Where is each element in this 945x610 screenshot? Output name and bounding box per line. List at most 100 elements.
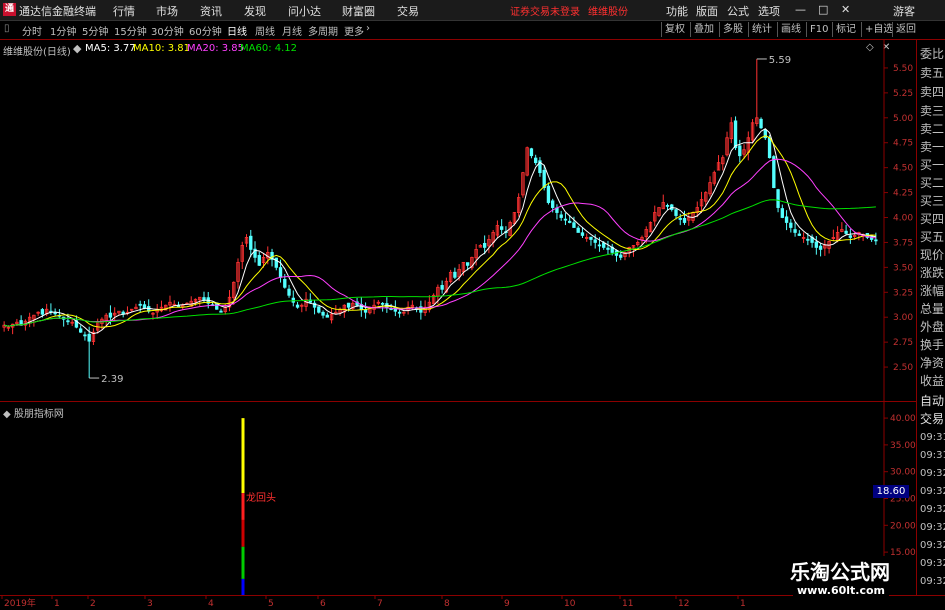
side-outer: 外盘 bbox=[920, 320, 945, 334]
y-tick-label: 4.00 bbox=[893, 214, 913, 224]
candle-body bbox=[767, 137, 772, 159]
maximize-button[interactable]: □ bbox=[818, 3, 828, 16]
candle-body bbox=[597, 244, 602, 247]
side-sell2: 卖二 bbox=[920, 122, 945, 136]
candle-body bbox=[789, 222, 793, 228]
side-trade[interactable]: 交易 bbox=[920, 410, 944, 427]
candle-body bbox=[776, 189, 780, 208]
period-60min[interactable]: 60分钟 bbox=[189, 23, 222, 38]
menu-function[interactable]: 功能 bbox=[666, 3, 688, 19]
side-weibi: 委比 bbox=[920, 47, 945, 61]
candle-body bbox=[580, 232, 585, 236]
candle-body bbox=[249, 235, 253, 250]
tool-draw[interactable]: 画线 bbox=[777, 22, 804, 37]
extreme-marker-label: 5.59 bbox=[769, 55, 791, 66]
y-tick-label: 3.50 bbox=[893, 263, 913, 273]
y-tick-label: 2.50 bbox=[893, 363, 913, 373]
indicator-chart[interactable]: 15.0020.0025.0030.0035.0040.00龙回头 bbox=[0, 402, 916, 595]
candle-body bbox=[814, 241, 819, 248]
menu-trade[interactable]: 交易 bbox=[397, 3, 419, 19]
tool-adjust[interactable]: 复权 bbox=[661, 22, 688, 37]
close-button[interactable]: ✕ bbox=[841, 3, 850, 16]
menu-ask[interactable]: 问小达 bbox=[288, 3, 321, 19]
y-tick-label: 5.00 bbox=[893, 114, 913, 124]
app-logo-icon: 通 bbox=[3, 3, 16, 16]
x-tick-label: 6 bbox=[320, 599, 326, 609]
guest-button[interactable]: 游客 bbox=[893, 3, 915, 19]
tool-multi-stock[interactable]: 多股 bbox=[719, 22, 746, 37]
period-monthly[interactable]: 月线 bbox=[282, 23, 302, 38]
price-badge: 18.60 bbox=[873, 485, 909, 498]
candle-body bbox=[759, 118, 763, 129]
x-tick-label: 2 bbox=[90, 599, 96, 609]
candle-body bbox=[87, 333, 91, 342]
login-warning[interactable]: 证券交易未登录 bbox=[510, 3, 580, 18]
x-tick-label: 1 bbox=[54, 599, 60, 609]
candle-body bbox=[257, 255, 261, 266]
candle-body bbox=[346, 302, 351, 308]
minimize-button[interactable]: — bbox=[795, 3, 806, 16]
candle-body bbox=[665, 205, 670, 207]
candle-body bbox=[138, 303, 142, 306]
candle-body bbox=[606, 247, 610, 250]
x-tick-label: 2019年 bbox=[4, 597, 36, 609]
sub-y-tick-label: 40.00 bbox=[890, 414, 916, 424]
period-intraday[interactable]: 分时 bbox=[22, 23, 42, 38]
candle-body bbox=[66, 320, 70, 323]
candle-body bbox=[563, 218, 568, 221]
tool-f10[interactable]: F10 bbox=[806, 22, 831, 37]
menu-market[interactable]: 市场 bbox=[156, 3, 178, 19]
side-buy3: 买三 bbox=[920, 194, 945, 208]
candle-body bbox=[317, 306, 321, 313]
candle-body bbox=[397, 311, 402, 314]
app-title: 通达信金融终端 bbox=[19, 5, 96, 18]
tool-overlay[interactable]: 叠加 bbox=[690, 22, 717, 37]
period-multi[interactable]: 多周期 bbox=[308, 23, 338, 38]
candle-body bbox=[380, 302, 385, 305]
candle-body bbox=[793, 229, 797, 233]
menu-layout[interactable]: 版面 bbox=[696, 3, 718, 19]
x-tick-label: 9 bbox=[504, 599, 510, 609]
side-buy2: 买二 bbox=[920, 176, 945, 190]
menu-news[interactable]: 资讯 bbox=[200, 3, 222, 19]
candle-body bbox=[529, 148, 534, 157]
side-change: 涨跌 bbox=[920, 266, 945, 280]
period-toolbar: ▯ 分时 1分钟 5分钟 15分钟 30分钟 60分钟 日线 周线 月线 多周期… bbox=[0, 21, 945, 40]
side-auto[interactable]: 自动 bbox=[920, 392, 944, 409]
candle-body bbox=[674, 209, 678, 216]
menu-discover[interactable]: 发现 bbox=[244, 3, 266, 19]
period-1min[interactable]: 1分钟 bbox=[50, 23, 76, 38]
candle-body bbox=[108, 312, 113, 318]
side-sell3: 卖三 bbox=[920, 104, 945, 118]
candle-body bbox=[78, 328, 83, 333]
chevron-right-icon[interactable]: › bbox=[366, 23, 370, 34]
tool-mark[interactable]: 标记 bbox=[832, 22, 859, 37]
menu-quotes[interactable]: 行情 bbox=[113, 3, 135, 19]
y-tick-label: 4.75 bbox=[893, 139, 913, 149]
period-15min[interactable]: 15分钟 bbox=[114, 23, 147, 38]
period-daily[interactable]: 日线 bbox=[227, 23, 247, 38]
side-volume: 总量 bbox=[920, 302, 945, 316]
candle-body bbox=[83, 334, 87, 337]
menu-formula[interactable]: 公式 bbox=[727, 3, 749, 19]
period-30min[interactable]: 30分钟 bbox=[151, 23, 184, 38]
menu-wealth[interactable]: 财富圈 bbox=[342, 3, 375, 19]
side-time: 09:32 bbox=[920, 540, 945, 551]
candle-body bbox=[219, 310, 223, 313]
tool-stats[interactable]: 统计 bbox=[748, 22, 775, 37]
candle-body bbox=[818, 245, 823, 250]
x-tick-label: 5 bbox=[268, 599, 274, 609]
side-time: 09:32 bbox=[920, 486, 945, 497]
title-bar: 通 通达信金融终端 行情 市场 资讯 发现 问小达 财富圈 交易 证券交易未登录… bbox=[0, 0, 945, 21]
candlestick-chart[interactable]: 2.50 2.75 3.00 3.25 3.50 3.75 4.00 4.25 4.50 4.75… bbox=[0, 40, 916, 401]
period-weekly[interactable]: 周线 bbox=[255, 23, 275, 38]
period-5min[interactable]: 5分钟 bbox=[82, 23, 108, 38]
side-price: 现价 bbox=[920, 248, 945, 262]
menu-options[interactable]: 选项 bbox=[758, 3, 780, 19]
tool-back[interactable]: 返回 bbox=[892, 22, 919, 37]
period-more[interactable]: 更多 bbox=[344, 23, 364, 38]
watermark-title: 乐淘公式网 bbox=[786, 556, 894, 585]
side-time: 09:32 bbox=[920, 558, 945, 569]
candle-body bbox=[780, 208, 784, 218]
sub-y-tick-label: 20.00 bbox=[890, 521, 916, 531]
